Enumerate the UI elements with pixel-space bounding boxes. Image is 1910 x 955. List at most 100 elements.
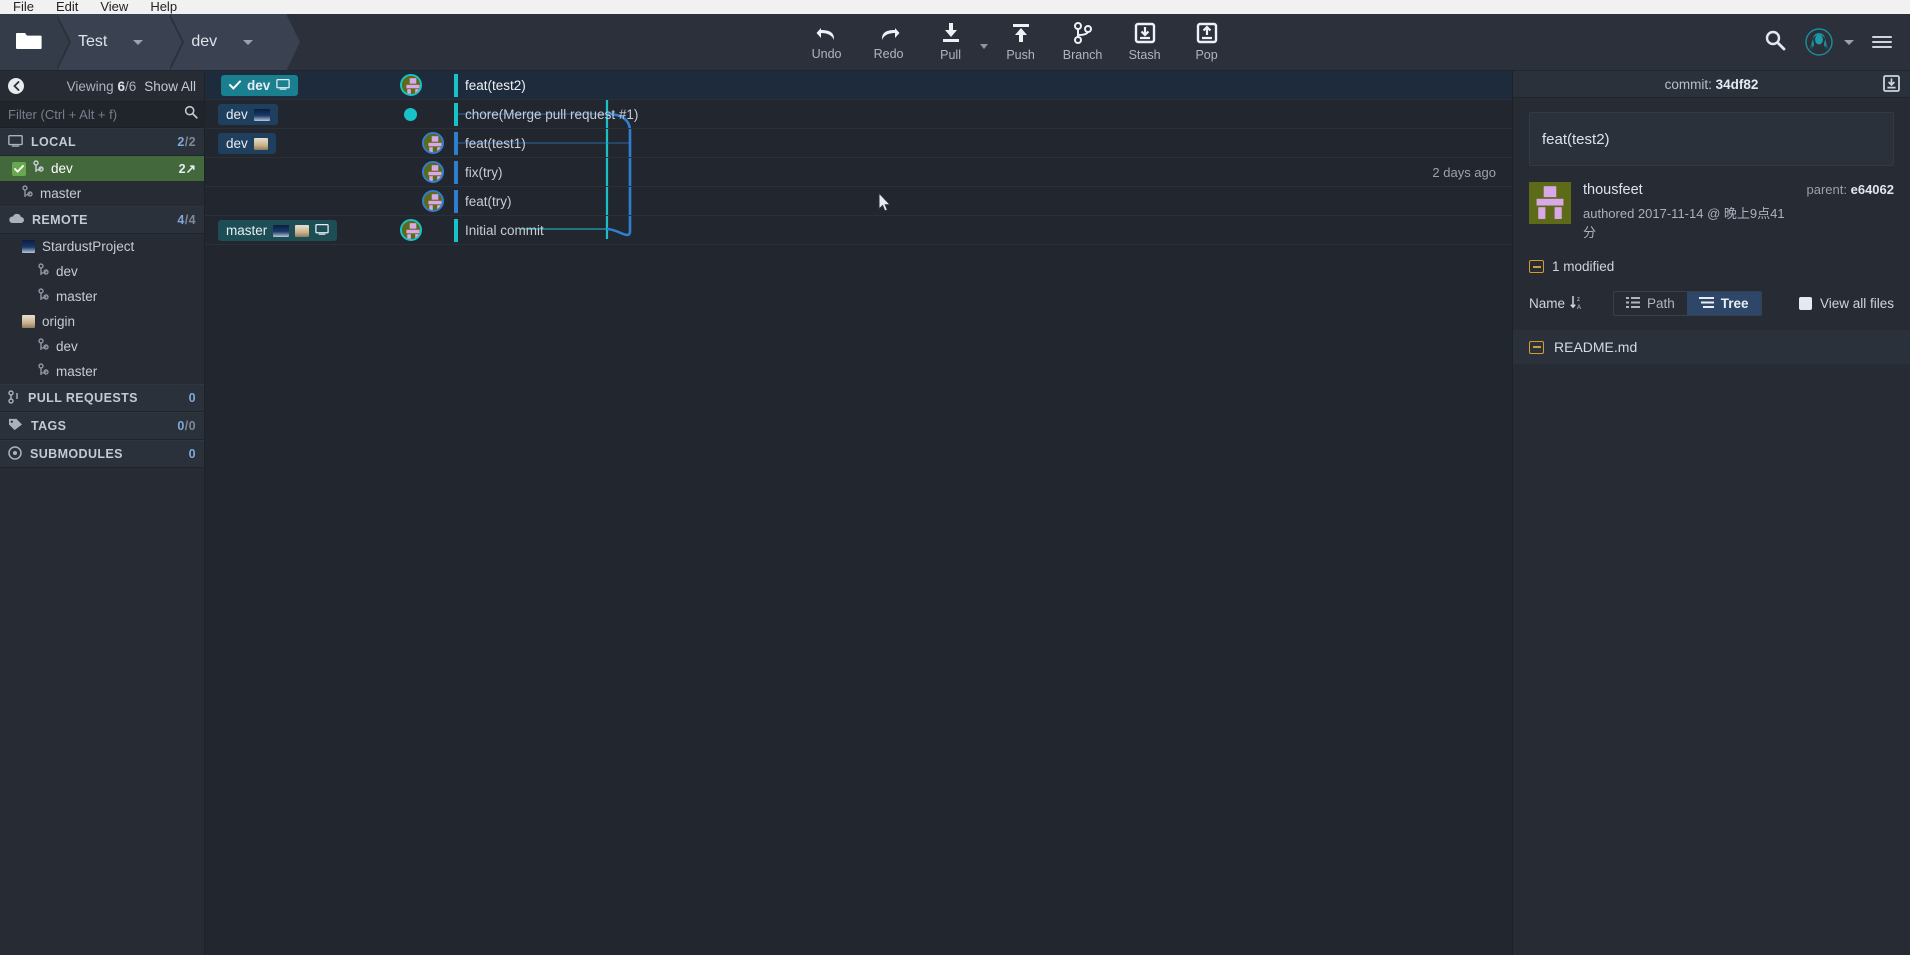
tags-count-b: /0 — [184, 419, 196, 433]
name-label: Name — [1529, 296, 1566, 311]
stash-icon — [1134, 22, 1156, 44]
sidebar-section-title: LOCAL — [31, 135, 77, 149]
sidebar-section-title: PULL REQUESTS — [28, 391, 138, 405]
undo-button[interactable]: Undo — [796, 14, 858, 71]
pull-button[interactable]: Pull — [920, 14, 982, 71]
branch-icon — [38, 363, 49, 380]
svg-text:A: A — [1577, 305, 1581, 310]
file-tools-row: Name z A Path Tree View all files — [1529, 291, 1894, 316]
commit-message: Initial commit — [465, 223, 544, 238]
path-view-button[interactable]: Path — [1614, 292, 1687, 315]
menu-item-help[interactable]: Help — [139, 0, 188, 14]
hamburger-menu-icon[interactable] — [1871, 36, 1892, 48]
filter-input[interactable] — [8, 107, 184, 122]
commit-row[interactable]: fix(try) 2 days ago — [205, 158, 1512, 187]
stash-label: Stash — [1128, 48, 1161, 62]
tree-view-button[interactable]: Tree — [1686, 292, 1761, 315]
sidebar-item-label: origin — [42, 314, 76, 329]
menu-item-view[interactable]: View — [89, 0, 139, 14]
pull-dropdown-caret-icon[interactable] — [979, 43, 988, 49]
commit-row[interactable]: master Initial commit — [205, 216, 1512, 245]
repo-selector[interactable]: Test — [56, 14, 185, 71]
sidebar-item-stardust-master[interactable]: master — [0, 284, 204, 309]
submodule-icon — [8, 445, 22, 463]
list-icon — [1626, 296, 1641, 311]
local-count-b: /2 — [184, 135, 196, 149]
checkbox-icon[interactable] — [1798, 297, 1812, 310]
commit-node-avatar[interactable] — [422, 132, 444, 154]
file-name: README.md — [1554, 339, 1638, 355]
remote-avatar-stardust-icon — [22, 240, 35, 253]
sidebar-section-submodules[interactable]: SUBMODULES 0 — [0, 440, 204, 468]
sidebar-section-tags[interactable]: TAGS 0/0 — [0, 412, 204, 440]
commit-node-avatar[interactable] — [422, 161, 444, 183]
stash-button[interactable]: Stash — [1114, 14, 1176, 71]
checkbox-icon[interactable] — [12, 161, 26, 176]
commit-node-avatar[interactable] — [422, 190, 444, 212]
kraken-avatar-icon[interactable] — [1804, 27, 1834, 57]
commit-row[interactable]: dev chore(Merge pull request #1) — [205, 100, 1512, 129]
show-all-button[interactable]: Show All — [144, 79, 196, 94]
commit-message: feat(test2) — [465, 78, 526, 93]
tree-label: Tree — [1720, 296, 1749, 311]
ref-pill-origin-dev[interactable]: dev — [218, 133, 276, 154]
sidebar-item-remote-origin[interactable]: origin — [0, 309, 204, 334]
remote-count-b: /4 — [184, 213, 196, 227]
remote-avatar-stardust-icon — [273, 224, 290, 237]
branch-icon — [38, 263, 49, 280]
commit-timestamp: 2 days ago — [1432, 165, 1496, 180]
push-button[interactable]: Push — [990, 14, 1052, 71]
sidebar-section-pull-requests[interactable]: PULL REQUESTS 0 — [0, 384, 204, 412]
remote-avatar-origin-icon — [253, 137, 268, 150]
pop-button[interactable]: Pop — [1176, 14, 1238, 71]
open-repo-button[interactable] — [0, 14, 71, 71]
sidebar-item-local-dev[interactable]: dev 2↗ — [0, 156, 204, 181]
view-all-files-checkbox[interactable]: View all files — [1798, 296, 1894, 311]
search-icon[interactable] — [184, 105, 198, 124]
commit-row[interactable]: dev feat(test2) — [205, 71, 1512, 100]
commit-graph[interactable]: dev feat(test2) dev chore(Merge pull req… — [205, 71, 1512, 955]
svg-text:z: z — [1577, 297, 1580, 303]
author-row: thousfeet authored 2017-11-14 @ 晚上9点41分 … — [1529, 182, 1894, 241]
ref-pill-current-dev[interactable]: dev — [221, 75, 299, 96]
commit-node-avatar[interactable] — [400, 74, 422, 96]
sidebar-section-title: REMOTE — [32, 213, 88, 227]
local-count: 2/2 — [177, 135, 196, 149]
merge-commit-dot[interactable] — [404, 108, 417, 121]
ref-pill-master[interactable]: master — [218, 220, 338, 241]
sidebar-item-stardust-dev[interactable]: dev — [0, 259, 204, 284]
chevron-down-icon — [243, 39, 254, 45]
row-tick — [454, 161, 458, 184]
undo-label: Undo — [811, 47, 842, 61]
search-icon[interactable] — [1764, 29, 1786, 56]
sidebar-item-remote-stardustproject[interactable]: StardustProject — [0, 234, 204, 259]
sidebar-section-title: TAGS — [31, 419, 67, 433]
redo-button[interactable]: Redo — [858, 14, 920, 71]
file-list-item[interactable]: README.md — [1513, 330, 1910, 364]
parent-hash[interactable]: e64062 — [1851, 182, 1894, 197]
branch-selector[interactable]: dev — [169, 14, 303, 71]
sidebar-section-remote[interactable]: REMOTE 4/4 — [0, 206, 204, 234]
repo-name: Test — [78, 33, 108, 50]
row-tick — [454, 103, 458, 126]
download-box-icon[interactable] — [1883, 75, 1900, 95]
branch-button[interactable]: Branch — [1052, 14, 1114, 71]
sidebar-item-origin-dev[interactable]: dev — [0, 334, 204, 359]
sidebar-section-local[interactable]: LOCAL 2/2 — [0, 128, 204, 156]
sidebar-item-local-master[interactable]: master — [0, 181, 204, 206]
commit-row[interactable]: feat(try) — [205, 187, 1512, 216]
commit-row[interactable]: dev feat(test1) — [205, 129, 1512, 158]
commit-node-avatar[interactable] — [400, 219, 422, 241]
ref-pill-stardust-dev[interactable]: dev — [218, 104, 278, 125]
menu-item-edit[interactable]: Edit — [45, 0, 89, 14]
sidebar-section-title: SUBMODULES — [30, 447, 123, 461]
sidebar-item-origin-master[interactable]: master — [0, 359, 204, 384]
chevron-left-icon[interactable] — [8, 78, 24, 94]
menu-item-file[interactable]: File — [2, 0, 45, 14]
name-sort-button[interactable]: Name z A — [1529, 295, 1583, 313]
avatar-dropdown-caret-icon[interactable] — [1843, 39, 1854, 45]
branch-icon — [22, 185, 33, 202]
file-modified-icon — [1529, 260, 1544, 273]
author-info: thousfeet authored 2017-11-14 @ 晚上9点41分 — [1583, 182, 1795, 241]
menu-bar: File Edit View Help — [0, 0, 1910, 14]
